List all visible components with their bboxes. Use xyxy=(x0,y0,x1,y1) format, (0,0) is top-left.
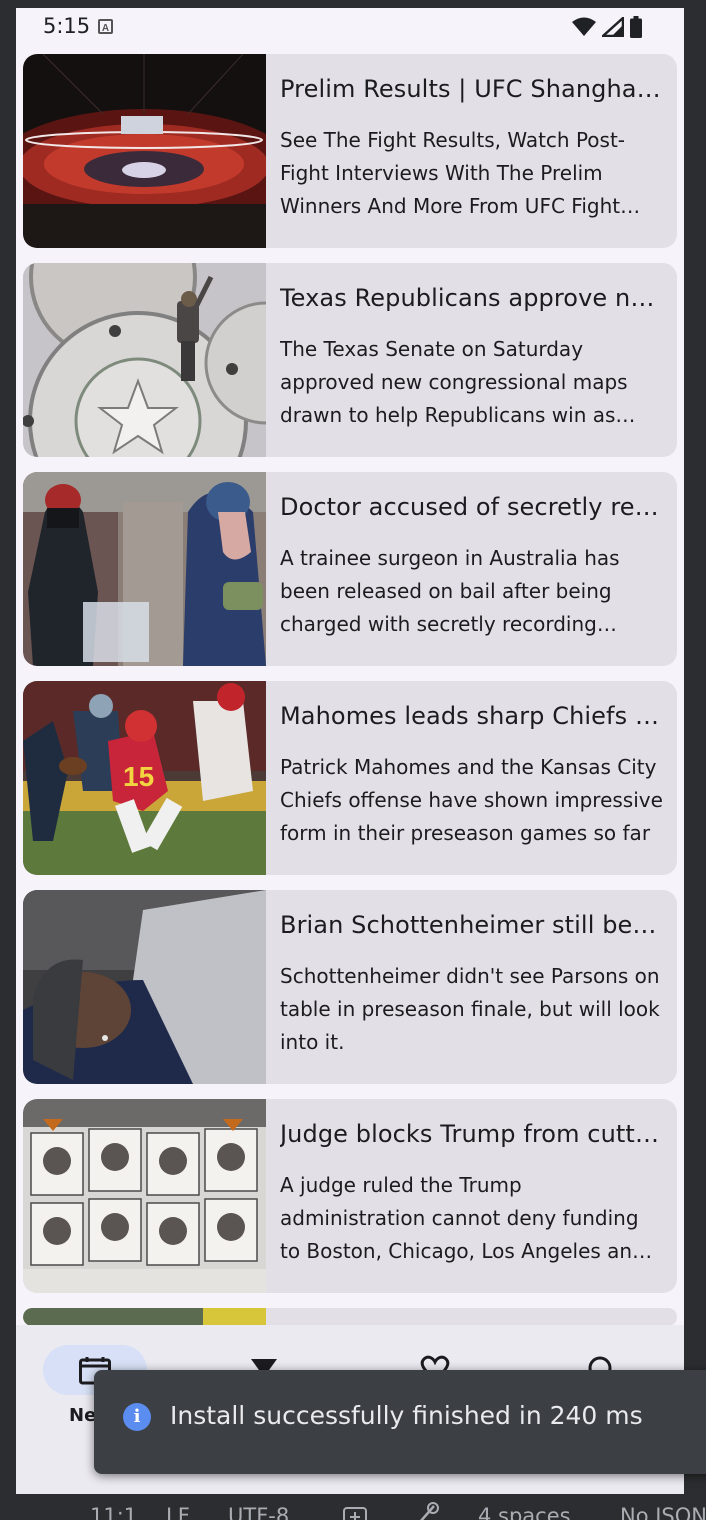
schema-setting[interactable]: No JSON xyxy=(620,1504,706,1520)
news-card[interactable] xyxy=(23,1308,677,1326)
status-icons xyxy=(572,16,642,38)
article-thumbnail: 15 xyxy=(23,681,266,875)
status-bar: 5:15 A xyxy=(16,8,684,48)
info-icon: i xyxy=(123,1403,151,1431)
news-feed[interactable]: Prelim Results | UFC Shanghai: Walker vs… xyxy=(23,54,677,1326)
article-title: Judge blocks Trump from cutting funds to… xyxy=(280,1120,663,1148)
battery-icon xyxy=(630,16,642,38)
article-title: Texas Republicans approve new congressio… xyxy=(280,284,663,312)
article-thumbnail xyxy=(23,263,266,457)
article-title: Doctor accused of secretly recording wom… xyxy=(280,493,663,521)
article-description: Schottenheimer didn't see Parsons on tab… xyxy=(280,964,660,1054)
news-card[interactable]: Brian Schottenheimer still believes in P… xyxy=(23,890,677,1084)
news-card[interactable]: Judge blocks Trump from cutting funds to… xyxy=(23,1099,677,1293)
article-title: Brian Schottenheimer still believes in P… xyxy=(280,911,663,939)
window-top-edge xyxy=(0,0,706,8)
article-thumbnail xyxy=(23,1308,266,1326)
notification-icon: A xyxy=(98,19,113,34)
news-card[interactable]: Texas Republicans approve new congressio… xyxy=(23,263,677,457)
news-card[interactable]: 15 Mahomes leads sharp Chiefs offense Pa… xyxy=(23,681,677,875)
article-description: A judge ruled the Trump administration c… xyxy=(280,1173,645,1263)
svg-text:15: 15 xyxy=(123,761,154,792)
article-description: The Texas Senate on Saturday approved ne… xyxy=(280,337,628,427)
article-description: See The Fight Results, Watch Post-Fight … xyxy=(280,128,626,218)
indent-setting[interactable]: 4 spaces xyxy=(478,1504,571,1520)
ide-left-edge xyxy=(0,8,16,1494)
emulator-screen: 5:15 A Prelim Results | UFC Shanghai: Se… xyxy=(16,8,684,1494)
article-thumbnail xyxy=(23,472,266,666)
ide-right-edge xyxy=(684,8,706,1494)
vcs-icon[interactable] xyxy=(342,1506,368,1520)
nav-label-news: Ne xyxy=(69,1405,97,1426)
inspection-icon[interactable] xyxy=(414,1502,440,1520)
article-thumbnail xyxy=(23,890,266,1084)
toast-message: Install successfully finished in 240 ms xyxy=(170,1401,643,1430)
article-description: Patrick Mahomes and the Kansas City Chie… xyxy=(280,755,663,845)
line-ending[interactable]: LF xyxy=(166,1504,190,1520)
article-thumbnail xyxy=(23,1099,266,1293)
signal-icon xyxy=(602,17,624,37)
article-title: Prelim Results | UFC Shanghai: Walker vs… xyxy=(280,75,663,103)
status-time: 5:15 xyxy=(43,14,91,38)
news-card[interactable]: Prelim Results | UFC Shanghai: Walker vs… xyxy=(23,54,677,248)
file-encoding[interactable]: UTF-8 xyxy=(228,1504,289,1520)
article-title: Mahomes leads sharp Chiefs offense xyxy=(280,702,663,730)
wifi-icon xyxy=(572,17,596,36)
install-toast: i Install successfully finished in 240 m… xyxy=(94,1370,706,1474)
ide-status-bar: 11:1 LF UTF-8 4 spaces No JSON xyxy=(0,1494,706,1520)
article-description: A trainee surgeon in Australia has been … xyxy=(280,546,620,636)
cursor-position[interactable]: 11:1 xyxy=(90,1504,137,1520)
news-card[interactable]: Doctor accused of secretly recording wom… xyxy=(23,472,677,666)
article-thumbnail xyxy=(23,54,266,248)
